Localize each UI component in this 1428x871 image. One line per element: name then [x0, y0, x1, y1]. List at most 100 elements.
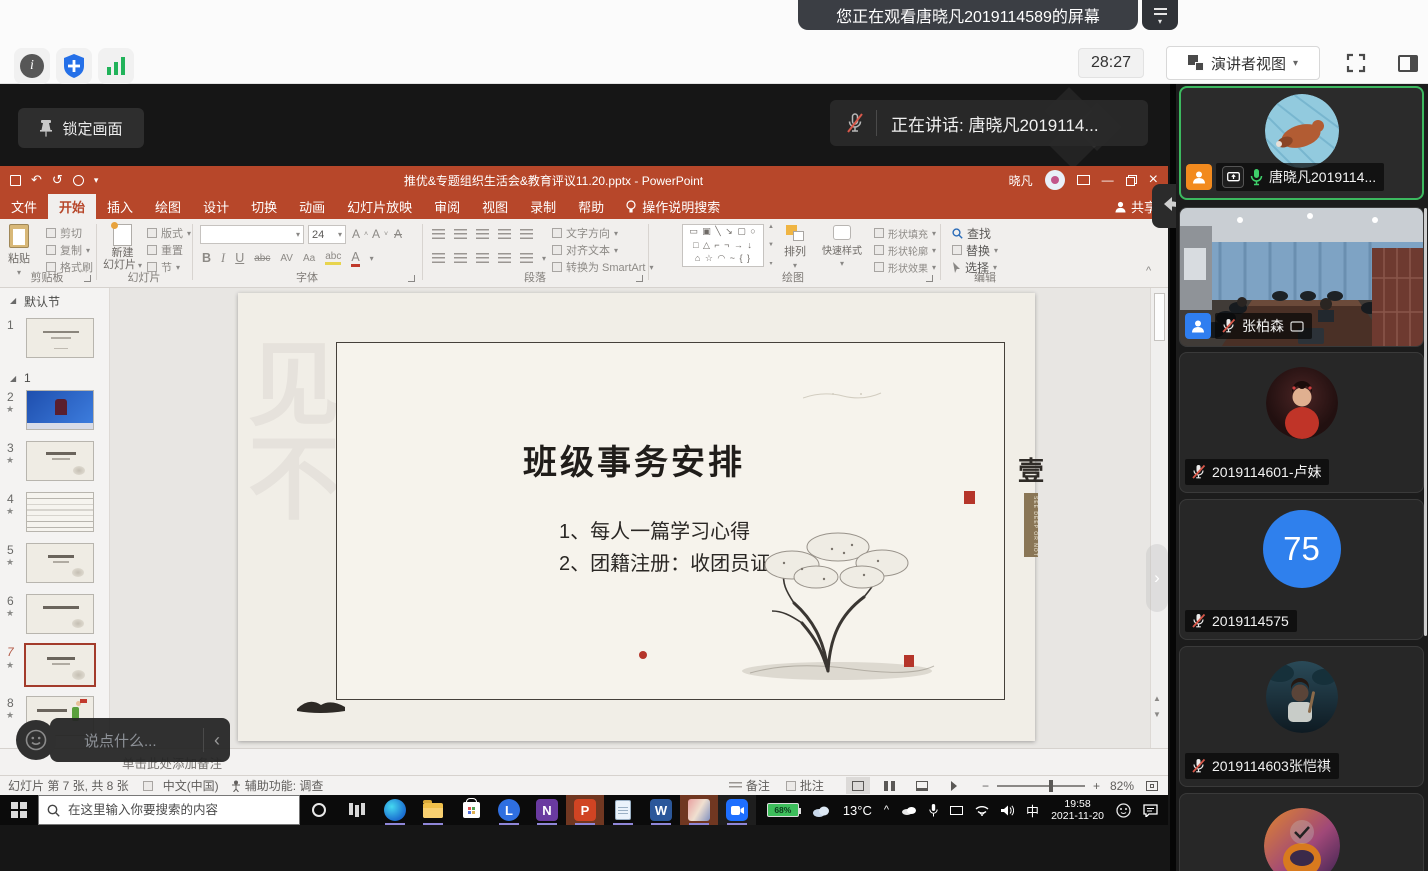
taskbar-photos-active[interactable] — [680, 795, 718, 825]
emoji-button[interactable] — [16, 720, 56, 760]
slide-thumbnail-7-selected[interactable] — [24, 643, 96, 687]
reading-view-button[interactable] — [910, 777, 934, 794]
taskbar-store[interactable] — [452, 795, 490, 825]
slideshow-view-button[interactable] — [942, 777, 966, 794]
font-dialog-launcher[interactable] — [408, 275, 415, 282]
clear-format-button[interactable]: A — [394, 227, 402, 241]
copy-button[interactable]: 复制▾ — [46, 243, 90, 257]
restore-button[interactable] — [1126, 175, 1137, 186]
line-spacing-icon[interactable] — [520, 229, 533, 240]
quick-styles-button[interactable]: 快速样式 ▾ — [822, 225, 862, 268]
meeting-info-button[interactable]: i — [14, 48, 50, 84]
tab-insert[interactable]: 插入 — [96, 194, 144, 219]
paragraph-dialog-launcher[interactable] — [636, 275, 643, 282]
view-mode-dropdown[interactable]: 演讲者视图 ▾ — [1166, 46, 1320, 80]
shape-gallery[interactable]: ▭ ▣ ╲ ↘ ▢ ○ □ △ ⌐ ¬ → ↓ ⌂ ☆ ◠ ~ { } — [682, 224, 764, 267]
normal-view-button[interactable] — [846, 777, 870, 794]
layout-button[interactable]: 版式▾ — [147, 226, 191, 240]
section-header-1[interactable]: 1 — [24, 371, 31, 385]
taskbar-edge[interactable] — [376, 795, 414, 825]
text-direction-button[interactable]: 文字方向▾ — [552, 226, 618, 240]
weather-cloud-icon[interactable] — [811, 804, 831, 817]
wifi-icon[interactable] — [975, 805, 989, 816]
taskbar-app-l[interactable]: L — [490, 795, 528, 825]
tab-design[interactable]: 设计 — [192, 194, 240, 219]
align-center-icon[interactable] — [454, 253, 467, 264]
tab-slideshow[interactable]: 幻灯片放映 — [336, 194, 423, 219]
slide-title[interactable]: 班级事务安排 — [523, 435, 745, 484]
weather-temperature[interactable]: 13°C — [843, 803, 872, 818]
slide-thumbnail-2[interactable] — [26, 390, 94, 430]
zoom-slider[interactable] — [997, 785, 1085, 787]
chat-collapse-button[interactable]: ‹ — [214, 730, 220, 751]
participant-tile-zhang[interactable]: 张柏森 — [1179, 207, 1424, 347]
ime-indicator[interactable]: 中 — [1026, 801, 1039, 820]
section-triangle-icon[interactable]: ◢ — [10, 374, 16, 383]
onedrive-icon[interactable] — [901, 805, 917, 815]
slide-thumbnail-1[interactable] — [26, 318, 94, 358]
taskbar-powerpoint-active[interactable]: P — [566, 795, 604, 825]
display-settings-icon[interactable] — [143, 781, 153, 791]
italic-button[interactable]: I — [221, 251, 225, 266]
align-right-icon[interactable] — [476, 253, 489, 264]
numbering-icon[interactable] — [454, 229, 467, 240]
slide-thumbnail-6[interactable] — [26, 594, 94, 634]
sidebar-scrollbar-thumb[interactable] — [1424, 208, 1427, 636]
display-tray-icon[interactable] — [950, 806, 963, 815]
collapse-ribbon-button[interactable]: ^ — [1146, 265, 1151, 277]
new-slide-button[interactable]: 新建 幻灯片▾ — [103, 224, 142, 270]
taskbar-notepad[interactable] — [604, 795, 642, 825]
font-name-combo[interactable]: ▾ — [200, 225, 304, 244]
taskbar-explorer[interactable] — [414, 795, 452, 825]
slide-thumbnail-4[interactable] — [26, 492, 94, 532]
network-signal-button[interactable] — [98, 48, 134, 84]
tab-animations[interactable]: 动画 — [288, 194, 336, 219]
decrease-indent-icon[interactable] — [476, 229, 489, 240]
task-view-button[interactable] — [338, 795, 376, 825]
scroll-up-icon[interactable]: ▲ — [1153, 694, 1161, 703]
font-color-button[interactable]: A — [351, 250, 359, 267]
cortana-button[interactable] — [300, 795, 338, 825]
zoom-out-button[interactable]: − — [982, 779, 989, 793]
bold-button[interactable]: B — [202, 251, 211, 265]
char-spacing-button[interactable]: AV — [280, 253, 293, 264]
notes-toggle[interactable]: 备注 — [729, 777, 770, 794]
zoom-percentage[interactable]: 82% — [1110, 779, 1134, 793]
grow-font-button[interactable]: A˄ — [352, 227, 368, 241]
tell-me-search[interactable]: 操作说明搜索 — [615, 194, 731, 219]
tab-file[interactable]: 文件 — [0, 194, 48, 219]
chat-input-pill[interactable]: 说点什么... ‹ — [50, 718, 230, 762]
participant-tile-lumei[interactable]: 2019114601-卢妹 — [1179, 352, 1424, 493]
taskbar-clock[interactable]: 19:58 2021-11-20 — [1051, 798, 1104, 822]
participant-tile-tang[interactable]: 唐晓凡2019114... — [1179, 86, 1424, 200]
tab-transitions[interactable]: 切换 — [240, 194, 288, 219]
lock-view-button[interactable]: 锁定画面 — [18, 108, 144, 148]
shape-outline-button[interactable]: 形状轮廓▾ — [874, 243, 936, 257]
battery-indicator[interactable]: 68% — [767, 803, 799, 817]
highlight-button[interactable]: abc — [325, 251, 341, 265]
save-icon[interactable] — [10, 175, 21, 186]
tab-view[interactable]: 视图 — [471, 194, 519, 219]
status-accessibility[interactable]: 辅助功能: 调查 — [245, 777, 324, 794]
replace-button[interactable]: 替换▾ — [952, 243, 998, 257]
account-avatar[interactable] — [1045, 170, 1065, 190]
banner-menu-button[interactable]: ▾ — [1142, 0, 1178, 30]
bullets-icon[interactable] — [432, 229, 445, 240]
speaker-icon[interactable] — [1001, 805, 1014, 816]
font-size-combo[interactable]: 24▾ — [308, 225, 346, 244]
sidebar-collapse-handle[interactable]: › — [1146, 544, 1168, 612]
shape-fill-button[interactable]: 形状填充▾ — [874, 226, 936, 240]
fullscreen-button[interactable] — [1340, 47, 1372, 79]
scroll-down-icon[interactable]: ▼ — [1153, 710, 1161, 719]
status-language[interactable]: 中文(中国) — [163, 777, 219, 794]
tab-home[interactable]: 开始 — [48, 194, 96, 219]
align-left-icon[interactable] — [432, 253, 445, 264]
cut-button[interactable]: 剪切 — [46, 226, 82, 240]
clipboard-dialog-launcher[interactable] — [84, 275, 91, 282]
taskbar-search-input[interactable] — [68, 803, 288, 817]
tab-draw[interactable]: 绘图 — [144, 194, 192, 219]
minimize-button[interactable]: — — [1102, 173, 1114, 187]
section-triangle-icon[interactable]: ◢ — [10, 296, 16, 305]
security-shield-button[interactable] — [56, 48, 92, 84]
comments-toggle[interactable]: 批注 — [786, 777, 824, 794]
